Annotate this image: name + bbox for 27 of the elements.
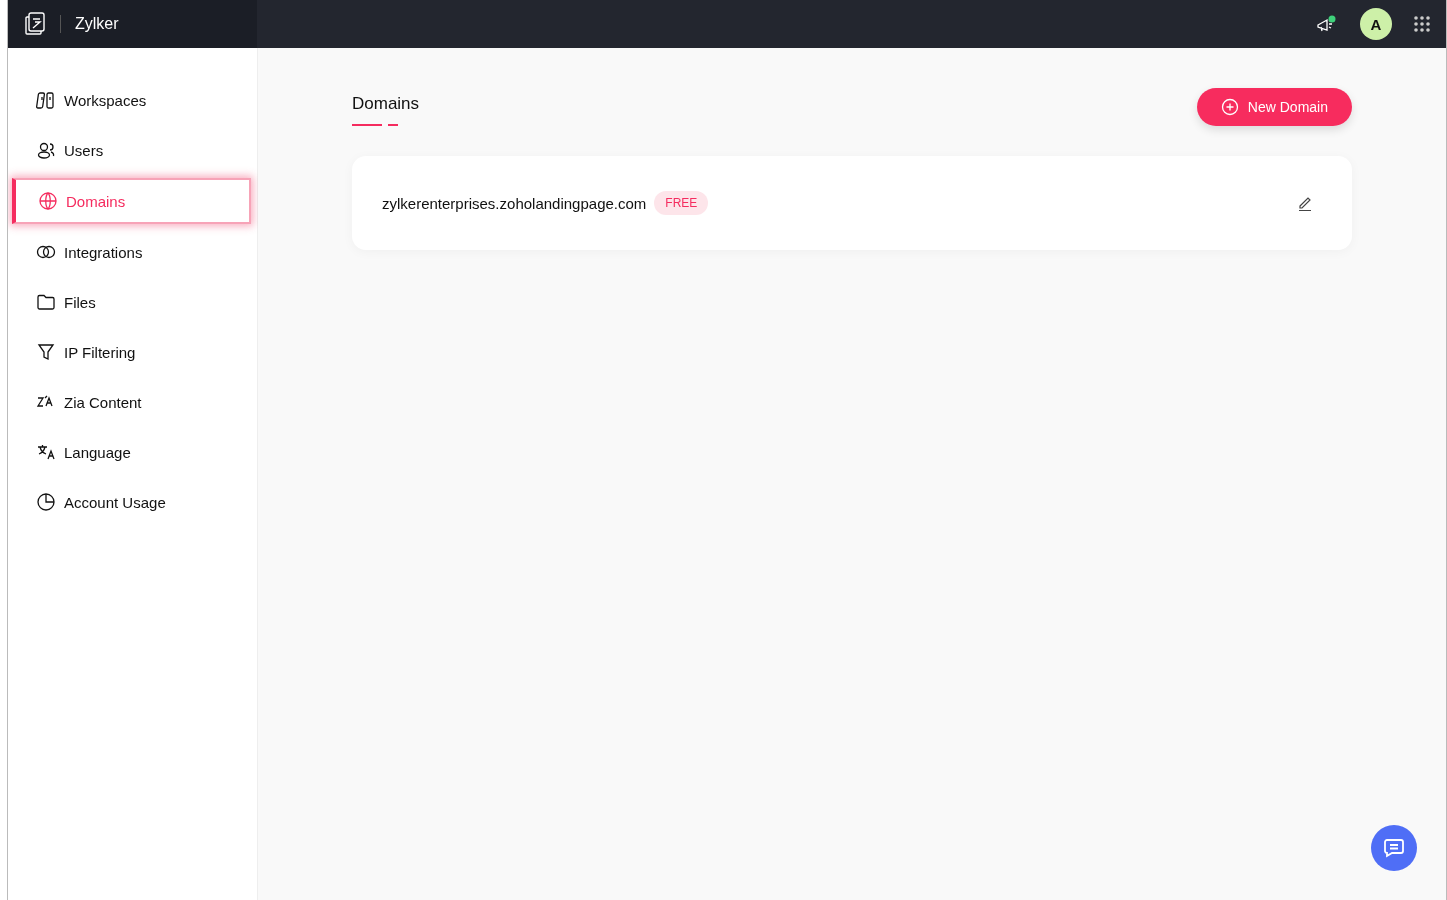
sidebar-item[interactable]: Language bbox=[8, 430, 251, 474]
sidebar-item[interactable]: Users bbox=[8, 128, 251, 172]
page-title: Domains bbox=[352, 93, 420, 114]
logo-icon bbox=[24, 12, 46, 36]
folder-icon bbox=[36, 292, 56, 312]
sidebar-item[interactable]: Domains bbox=[12, 178, 251, 224]
new-domain-button[interactable]: New Domain bbox=[1196, 88, 1352, 126]
sidebar-item[interactable]: Workspaces bbox=[8, 78, 251, 122]
globe-icon bbox=[38, 191, 58, 211]
chat-icon bbox=[1382, 836, 1406, 860]
sidebar-item[interactable]: IP Filtering bbox=[8, 330, 251, 374]
plan-badge: FREE bbox=[654, 191, 709, 215]
sidebar-item[interactable]: Zia Content bbox=[8, 380, 251, 424]
domain-name: zylkerenterprises.zoholandingpage.com bbox=[382, 194, 647, 212]
chat-button[interactable] bbox=[1371, 825, 1417, 871]
plus-circle-icon bbox=[1220, 98, 1239, 116]
app-name: Zylker bbox=[75, 15, 119, 33]
app-grid-icon[interactable] bbox=[1414, 16, 1430, 32]
filter-icon bbox=[36, 342, 56, 362]
megaphone-icon[interactable] bbox=[1316, 15, 1338, 33]
sidebar-item[interactable]: Integrations bbox=[8, 230, 251, 274]
avatar[interactable]: A bbox=[1360, 8, 1392, 40]
sidebar-item[interactable]: Files bbox=[8, 280, 251, 324]
language-icon bbox=[36, 442, 56, 462]
pie-icon bbox=[36, 492, 56, 512]
sidebar-item[interactable]: Account Usage bbox=[8, 480, 251, 524]
users-icon bbox=[36, 140, 56, 160]
